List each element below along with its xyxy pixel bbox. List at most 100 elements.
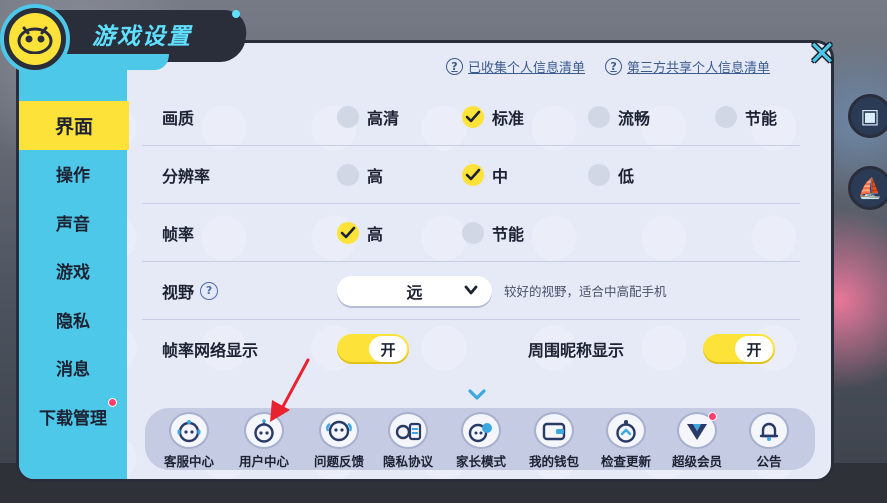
button-label: 检查更新 bbox=[600, 454, 651, 469]
option-label: 节能 bbox=[492, 224, 525, 244]
sidebar-item-label: 隐私 bbox=[56, 311, 90, 332]
view-dropdown[interactable]: 远 bbox=[337, 276, 492, 306]
toggle-knob: 开 bbox=[369, 336, 407, 362]
title-badge: 游戏设置 bbox=[0, 0, 250, 86]
sidebar: 界面 操作 声音 游戏 隐私 消息 下载管理 bbox=[19, 43, 129, 479]
close-icon: ✕ bbox=[807, 34, 837, 74]
shared-info-link[interactable]: ? 第三方共享个人信息清单 bbox=[605, 57, 770, 76]
option-label: 高清 bbox=[367, 108, 400, 128]
support-icon bbox=[169, 412, 209, 449]
announcement-button[interactable]: 公告 bbox=[736, 412, 802, 470]
sidebar-item-label: 操作 bbox=[56, 166, 90, 187]
link-label: 已收集个人信息清单 bbox=[468, 61, 586, 76]
quality-label: 画质 bbox=[162, 108, 195, 128]
quality-option-standard[interactable]: 标准 bbox=[462, 88, 524, 145]
page-title: 游戏设置 bbox=[92, 24, 192, 50]
nickname-display-label: 周围昵称显示 bbox=[528, 341, 625, 360]
toggle-knob: 开 bbox=[735, 336, 773, 362]
option-label: 低 bbox=[618, 166, 635, 186]
close-button[interactable]: ✕ bbox=[800, 34, 844, 74]
resolution-option-low[interactable]: 低 bbox=[588, 146, 634, 203]
resolution-option-medium[interactable]: 中 bbox=[462, 146, 508, 203]
fps-display-toggle[interactable]: 开 bbox=[337, 334, 409, 364]
collected-info-link[interactable]: ? 已收集个人信息清单 bbox=[446, 57, 585, 76]
wallet-icon bbox=[534, 412, 574, 449]
button-label: 我的钱包 bbox=[528, 454, 579, 469]
resolution-option-high[interactable]: 高 bbox=[337, 146, 383, 203]
wallet-button[interactable]: 我的钱包 bbox=[521, 412, 587, 470]
parent-mode-button[interactable]: 家长模式 bbox=[448, 412, 514, 470]
button-label: 超级会员 bbox=[671, 454, 722, 469]
display-toggles-row: 帧率网络显示 开 周围昵称显示 开 bbox=[142, 320, 800, 378]
button-label: 家长模式 bbox=[455, 454, 506, 469]
support-center-button[interactable]: 客服中心 bbox=[156, 412, 222, 470]
option-label: 流畅 bbox=[618, 108, 651, 128]
view-label: 视野 ? bbox=[162, 262, 219, 319]
scroll-down-icon[interactable] bbox=[468, 389, 486, 401]
quality-option-eco[interactable]: 节能 bbox=[715, 88, 777, 145]
help-icon[interactable]: ? bbox=[200, 281, 219, 300]
privacy-agreement-button[interactable]: 隐私协议 bbox=[375, 412, 441, 470]
sidebar-item-downloads[interactable]: 下载管理 bbox=[19, 392, 127, 441]
super-vip-button[interactable]: 超级会员 bbox=[664, 412, 730, 470]
update-icon bbox=[606, 412, 646, 449]
checkmark-icon bbox=[462, 105, 484, 128]
option-label: 中 bbox=[492, 166, 509, 186]
radio-unchecked bbox=[337, 163, 359, 186]
radio-unchecked bbox=[588, 105, 610, 128]
sidebar-item-game[interactable]: 游戏 bbox=[19, 247, 127, 296]
logo-face-icon bbox=[9, 13, 61, 65]
annotation-arrow-icon bbox=[270, 358, 310, 422]
sparkle-icon bbox=[232, 10, 240, 18]
radio-unchecked bbox=[588, 163, 610, 186]
sidebar-item-privacy[interactable]: 隐私 bbox=[19, 295, 127, 344]
notification-badge bbox=[708, 412, 717, 421]
check-update-button[interactable]: 检查更新 bbox=[593, 412, 659, 470]
resolution-label: 分辨率 bbox=[162, 166, 211, 186]
ship-icon[interactable]: ⛵ bbox=[848, 166, 887, 210]
game-logo bbox=[0, 4, 70, 74]
sidebar-item-sound[interactable]: 声音 bbox=[19, 198, 127, 247]
option-label: 高 bbox=[367, 166, 384, 186]
radio-unchecked bbox=[715, 105, 737, 128]
notification-badge bbox=[108, 398, 117, 407]
button-label: 用户中心 bbox=[238, 454, 289, 469]
info-links: ? 已收集个人信息清单 ? 第三方共享个人信息清单 bbox=[446, 57, 770, 76]
parent-icon bbox=[461, 412, 501, 449]
sidebar-item-label: 下载管理 bbox=[39, 408, 107, 429]
dropdown-value: 远 bbox=[406, 283, 423, 302]
title-accent bbox=[58, 54, 170, 70]
radio-unchecked bbox=[462, 221, 484, 244]
question-icon: ? bbox=[446, 58, 463, 75]
radio-unchecked bbox=[337, 105, 359, 128]
sidebar-item-controls[interactable]: 操作 bbox=[19, 150, 127, 199]
privacy-icon bbox=[388, 412, 428, 449]
view-row: 视野 ? 远 较好的视野，适合中高配手机 bbox=[142, 262, 800, 320]
view-label-text: 视野 bbox=[162, 282, 195, 302]
button-label: 公告 bbox=[756, 454, 782, 469]
framerate-option-eco[interactable]: 节能 bbox=[462, 204, 524, 261]
view-note: 较好的视野，适合中高配手机 bbox=[504, 284, 667, 299]
question-icon: ? bbox=[605, 58, 623, 75]
sidebar-item-messages[interactable]: 消息 bbox=[19, 344, 127, 393]
sidebar-item-label: 声音 bbox=[56, 214, 90, 235]
quality-row: 画质 高清 标准 流畅 节能 bbox=[142, 88, 800, 146]
quality-option-smooth[interactable]: 流畅 bbox=[588, 88, 650, 145]
chevron-down-icon bbox=[464, 285, 478, 295]
sidebar-item-interface[interactable]: 界面 bbox=[19, 101, 129, 150]
button-label: 客服中心 bbox=[163, 454, 214, 469]
sidebar-item-label: 消息 bbox=[56, 360, 90, 381]
checkmark-icon bbox=[337, 221, 359, 244]
quality-option-hd[interactable]: 高清 bbox=[337, 88, 399, 145]
button-label: 隐私协议 bbox=[382, 454, 433, 469]
framerate-option-high[interactable]: 高 bbox=[337, 204, 383, 261]
option-label: 高 bbox=[367, 224, 384, 244]
framerate-label: 帧率 bbox=[162, 224, 195, 244]
sidebar-item-label: 界面 bbox=[54, 115, 93, 138]
nickname-display-toggle[interactable]: 开 bbox=[703, 334, 775, 364]
checkmark-icon bbox=[462, 163, 484, 186]
option-label: 节能 bbox=[745, 108, 778, 128]
box-icon[interactable]: ▣ bbox=[848, 94, 887, 138]
framerate-row: 帧率 高 节能 bbox=[142, 204, 800, 262]
option-label: 标准 bbox=[492, 108, 525, 128]
